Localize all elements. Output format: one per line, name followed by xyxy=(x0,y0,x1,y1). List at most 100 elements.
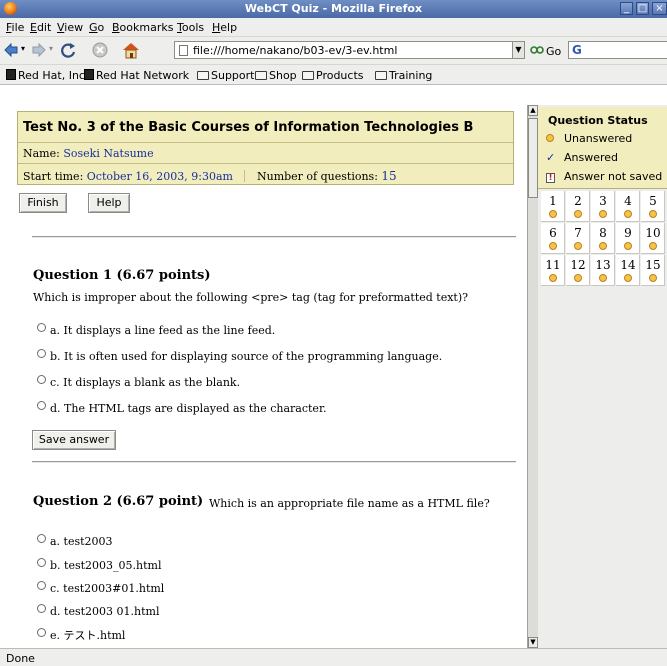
go-icon[interactable] xyxy=(530,45,544,55)
scroll-up-arrow-icon[interactable]: ▲ xyxy=(528,105,538,116)
radio-button[interactable] xyxy=(37,558,46,567)
status-cell-4[interactable]: 4 xyxy=(616,191,640,222)
q1-option-b[interactable]: b. It is often used for displaying sourc… xyxy=(37,349,443,363)
status-legend: Question Status Unanswered ✓ Answered ! An… xyxy=(538,107,667,189)
radio-button[interactable] xyxy=(37,349,46,358)
unanswered-dot-icon xyxy=(649,210,657,218)
question-1-text: Which is improper about the following <p… xyxy=(33,291,469,304)
q1-option-d[interactable]: d. The HTML tags are displayed as the ch… xyxy=(37,401,327,415)
minimize-button[interactable]: _ xyxy=(620,2,633,15)
back-dropdown-icon[interactable]: ▾ xyxy=(21,44,25,53)
q2-option-d[interactable]: d. test2003 01.html xyxy=(37,604,159,618)
start-time-row: Start time: October 16, 2003, 9:30am Num… xyxy=(23,169,518,183)
cell-number: 1 xyxy=(549,194,557,208)
status-cell-5[interactable]: 5 xyxy=(641,191,665,222)
radio-button[interactable] xyxy=(37,534,46,543)
status-cell-9[interactable]: 9 xyxy=(616,223,640,254)
menu-view[interactable]: View xyxy=(57,21,83,34)
url-dropdown-button[interactable]: ▼ xyxy=(512,41,525,59)
folder-icon xyxy=(255,71,267,80)
radio-button[interactable] xyxy=(37,628,46,637)
menu-bookmarks[interactable]: Bookmarks xyxy=(112,21,173,34)
scroll-down-arrow-icon[interactable]: ▼ xyxy=(528,637,538,648)
status-cell-11[interactable]: 11 xyxy=(541,255,565,286)
start-time-value: October 16, 2003, 9:30am xyxy=(86,170,233,183)
status-cell-1[interactable]: 1 xyxy=(541,191,565,222)
close-button[interactable]: × xyxy=(652,2,667,15)
bookmark-page-icon xyxy=(6,69,16,80)
help-button[interactable]: Help xyxy=(88,193,130,213)
window-titlebar: WebCT Quiz - Mozilla Firefox _ □ × xyxy=(0,0,667,18)
search-field[interactable]: G xyxy=(568,41,667,59)
status-cell-7[interactable]: 7 xyxy=(566,223,590,254)
status-cell-2[interactable]: 2 xyxy=(566,191,590,222)
search-engine-icon[interactable]: G xyxy=(572,43,582,57)
unanswered-dot-icon xyxy=(574,242,582,250)
home-icon[interactable] xyxy=(121,41,141,59)
finish-button[interactable]: Finish xyxy=(19,193,67,213)
reload-icon[interactable] xyxy=(60,42,77,59)
url-text: file:///home/nakano/b03-ev/3-ev.html xyxy=(193,44,398,57)
unanswered-dot-icon xyxy=(624,242,632,250)
q2-option-a[interactable]: a. test2003 xyxy=(37,534,113,548)
row-divider xyxy=(244,170,246,182)
go-button[interactable]: Go xyxy=(546,45,561,58)
window-title: WebCT Quiz - Mozilla Firefox xyxy=(244,2,423,15)
radio-button[interactable] xyxy=(37,401,46,410)
bookmark-folder-training[interactable]: Training xyxy=(375,69,432,82)
back-arrow-icon[interactable] xyxy=(4,43,18,57)
page-icon xyxy=(179,45,188,56)
status-panel-title: Question Status xyxy=(548,114,648,127)
radio-button[interactable] xyxy=(37,604,46,613)
status-cell-10[interactable]: 10 xyxy=(641,223,665,254)
url-field[interactable]: file:///home/nakano/b03-ev/3-ev.html xyxy=(174,41,514,59)
status-cell-3[interactable]: 3 xyxy=(591,191,615,222)
radio-button[interactable] xyxy=(37,375,46,384)
radio-button[interactable] xyxy=(37,323,46,332)
cell-number: 9 xyxy=(624,226,632,240)
maximize-button[interactable]: □ xyxy=(636,2,649,15)
cell-number: 3 xyxy=(599,194,607,208)
start-time-label: Start time: xyxy=(23,170,84,183)
menu-file[interactable]: File xyxy=(6,21,24,34)
menu-edit[interactable]: Edit xyxy=(30,21,51,34)
menu-help[interactable]: Help xyxy=(212,21,237,34)
menu-bar: File Edit View Go Bookmarks Tools Help xyxy=(0,18,667,37)
q2-option-c[interactable]: c. test2003#01.html xyxy=(37,581,164,595)
radio-button[interactable] xyxy=(37,581,46,590)
folder-icon xyxy=(197,71,209,80)
bookmark-folder-support[interactable]: Support xyxy=(197,69,254,82)
bookmark-folder-shop[interactable]: Shop xyxy=(255,69,297,82)
content-scrollbar[interactable]: ▲ ▼ xyxy=(527,105,538,648)
q2-option-b[interactable]: b. test2003_05.html xyxy=(37,558,161,572)
status-cell-13[interactable]: 13 xyxy=(591,255,615,286)
bookmark-label: Shop xyxy=(269,69,297,82)
forward-arrow-icon[interactable] xyxy=(32,43,46,57)
unanswered-dot-icon xyxy=(549,210,557,218)
status-cell-15[interactable]: 15 xyxy=(641,255,665,286)
scroll-thumb[interactable] xyxy=(528,118,538,198)
legend-answered: ✓ Answered xyxy=(546,151,618,164)
bookmark-folder-products[interactable]: Products xyxy=(302,69,364,82)
unanswered-dot-icon xyxy=(574,210,582,218)
option-label: b. It is often used for displaying sourc… xyxy=(50,350,443,363)
save-answer-button[interactable]: Save answer xyxy=(32,430,116,450)
status-cell-8[interactable]: 8 xyxy=(591,223,615,254)
status-cell-14[interactable]: 14 xyxy=(616,255,640,286)
bookmark-redhat-network[interactable]: Red Hat Network xyxy=(84,69,189,82)
status-cell-12[interactable]: 12 xyxy=(566,255,590,286)
q1-option-c[interactable]: c. It displays a blank as the blank. xyxy=(37,375,240,389)
legend-label: Answered xyxy=(564,151,619,164)
bookmark-redhat-inc[interactable]: Red Hat, Inc. xyxy=(6,69,88,82)
legend-unanswered: Unanswered xyxy=(546,132,632,145)
forward-dropdown-icon[interactable]: ▾ xyxy=(49,44,53,53)
cell-number: 2 xyxy=(574,194,582,208)
stop-icon[interactable] xyxy=(92,42,108,58)
q1-option-a[interactable]: a. It displays a line feed as the line f… xyxy=(37,323,275,337)
menu-go[interactable]: Go xyxy=(89,21,104,34)
q2-option-e[interactable]: e. テスト.html xyxy=(37,627,125,643)
menu-tools[interactable]: Tools xyxy=(177,21,204,34)
status-cell-6[interactable]: 6 xyxy=(541,223,565,254)
bookmark-label: Products xyxy=(316,69,364,82)
unanswered-dot-icon xyxy=(549,242,557,250)
